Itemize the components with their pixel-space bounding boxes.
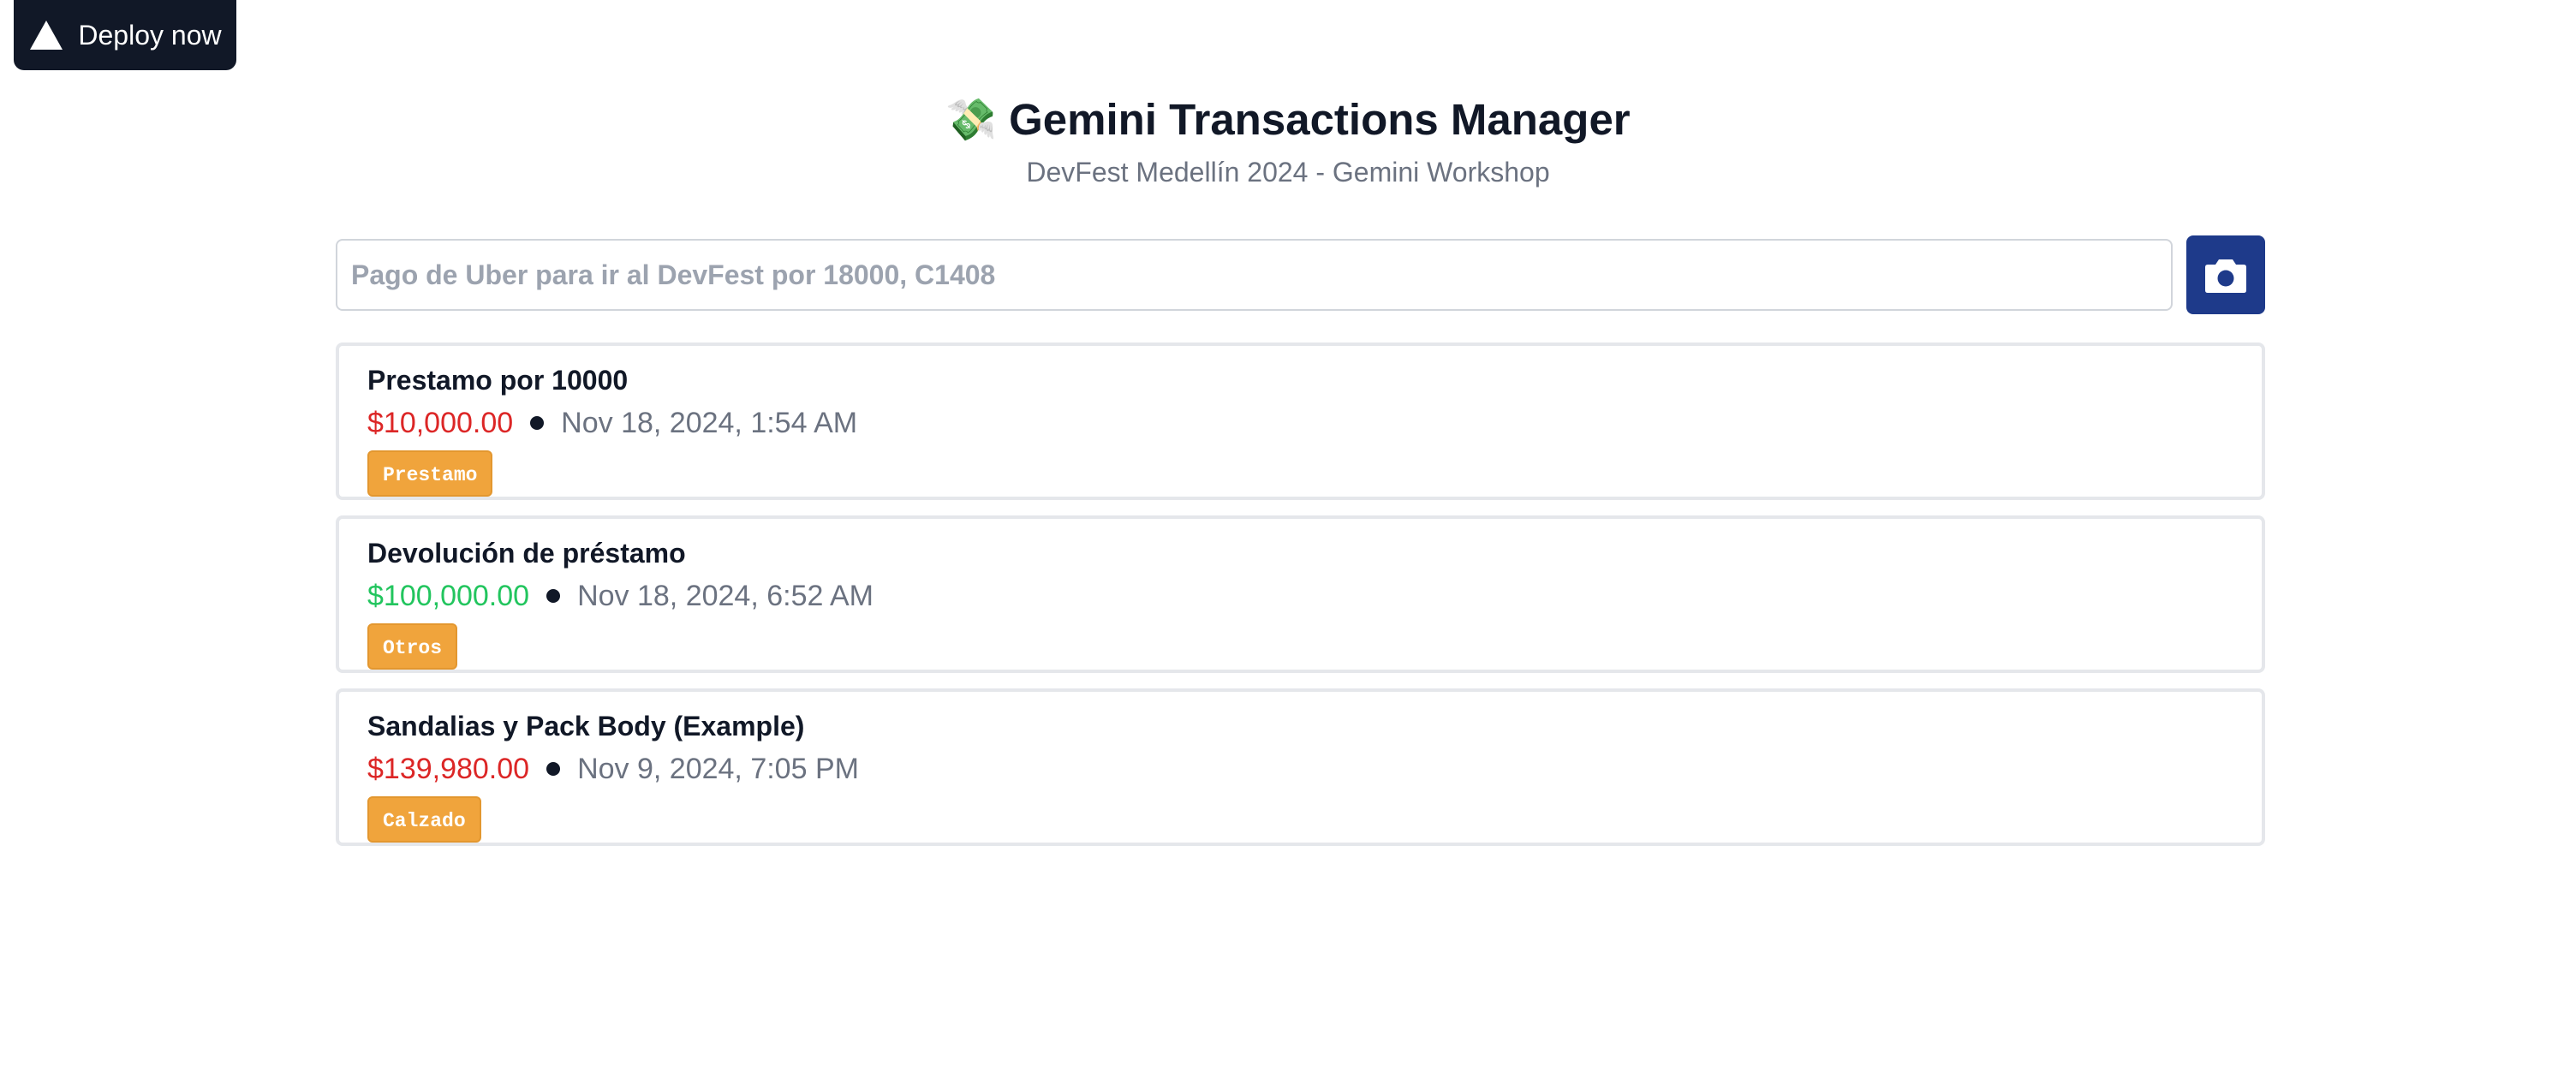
title-text: Gemini Transactions Manager: [1009, 95, 1631, 144]
transaction-meta: $100,000.00 Nov 18, 2024, 6:52 AM: [367, 577, 2233, 615]
triangle-icon: [30, 21, 63, 50]
money-icon: 💸: [945, 98, 998, 143]
category-tag: Prestamo: [367, 450, 493, 497]
separator-dot-icon: [546, 589, 561, 603]
transaction-title: Prestamo por 10000: [367, 365, 629, 396]
separator-dot-icon: [546, 762, 561, 776]
camera-icon: [2205, 259, 2246, 293]
transaction-date: Nov 18, 2024, 6:52 AM: [577, 579, 874, 612]
transaction-amount: $100,000.00: [367, 579, 530, 612]
transaction-date: Nov 18, 2024, 1:54 AM: [561, 406, 858, 439]
transaction-amount: $10,000.00: [367, 406, 514, 439]
deploy-label: Deploy now: [78, 19, 222, 51]
category-tag: Otros: [367, 623, 458, 670]
transaction-title: Sandalias y Pack Body (Example): [367, 711, 805, 742]
camera-button[interactable]: [2186, 235, 2265, 314]
transaction-amount: $139,980.00: [367, 752, 530, 785]
transaction-meta: $10,000.00 Nov 18, 2024, 1:54 AM: [367, 404, 2233, 442]
separator-dot-icon: [530, 416, 545, 430]
transaction-list: Prestamo por 10000 $10,000.00 Nov 18, 20…: [336, 342, 2265, 861]
category-tag: Calzado: [367, 796, 481, 843]
transaction-card[interactable]: Sandalias y Pack Body (Example) $139,980…: [336, 688, 2265, 846]
deploy-button[interactable]: Deploy now: [14, 0, 236, 70]
page-title: 💸 Gemini Transactions Manager: [945, 94, 1630, 145]
transaction-date: Nov 9, 2024, 7:05 PM: [577, 752, 859, 785]
page-header: 💸 Gemini Transactions Manager DevFest Me…: [0, 94, 2576, 188]
transaction-meta: $139,980.00 Nov 9, 2024, 7:05 PM: [367, 750, 2233, 788]
transaction-input-row: [336, 235, 2265, 314]
transaction-title: Devolución de préstamo: [367, 538, 686, 569]
transaction-card[interactable]: Prestamo por 10000 $10,000.00 Nov 18, 20…: [336, 342, 2265, 500]
transaction-card[interactable]: Devolución de préstamo $100,000.00 Nov 1…: [336, 515, 2265, 673]
transaction-input[interactable]: [336, 239, 2173, 311]
page-subtitle: DevFest Medellín 2024 - Gemini Workshop: [1026, 157, 1550, 188]
